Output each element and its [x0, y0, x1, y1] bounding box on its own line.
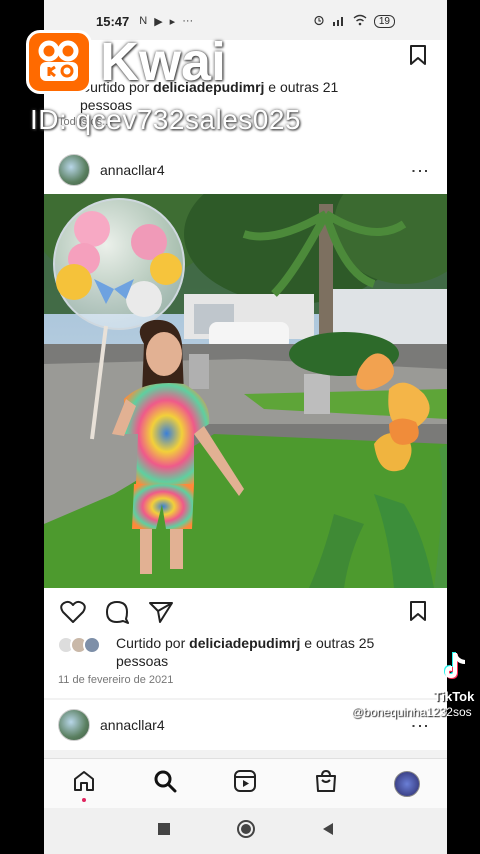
avatar[interactable] — [58, 154, 90, 186]
post-username[interactable]: annacllar4 — [100, 162, 165, 178]
post-actions: Curtido por deliciadepudimrj e outras 25… — [44, 588, 447, 698]
kwai-watermark: Kwai — [26, 30, 226, 94]
kwai-id: ID: qcev732sales025 — [30, 104, 302, 135]
home-button[interactable] — [236, 819, 256, 844]
system-navigation-bar — [44, 808, 447, 854]
next-post-username[interactable]: annacllar4 — [100, 717, 165, 733]
bookmark-icon[interactable] — [407, 600, 429, 627]
post-photo[interactable] — [44, 194, 447, 588]
nav-profile[interactable] — [387, 764, 427, 804]
avatar[interactable] — [58, 709, 90, 741]
send-icon[interactable] — [148, 600, 174, 629]
bottom-navigation — [44, 758, 447, 808]
battery-indicator: 19 — [373, 14, 395, 28]
status-time: 15:47 — [96, 13, 130, 29]
signal-icon — [332, 14, 346, 29]
home-icon — [72, 769, 96, 798]
tiktok-watermark: TikTok — [428, 650, 480, 704]
avatar — [83, 636, 101, 654]
tiktok-username: @bonequinha1232sos — [338, 705, 472, 719]
liked-user-link[interactable]: deliciadepudimrj — [189, 635, 300, 651]
more-notifications-icon: ··· — [182, 14, 194, 27]
play-icon: ▸ — [169, 15, 176, 28]
tiktok-username-text: @bonequinha1232sos — [351, 705, 472, 719]
notification-n-icon: N — [139, 14, 148, 27]
recents-button[interactable] — [157, 822, 171, 841]
heart-icon[interactable] — [60, 600, 86, 629]
nav-shop[interactable] — [306, 764, 346, 804]
post-likes: Curtido por deliciadepudimrj e outras 25… — [116, 634, 416, 670]
liked-prefix: Curtido por — [116, 635, 190, 651]
kwai-logo-icon — [26, 30, 92, 94]
kwai-label: Kwai — [100, 32, 227, 92]
search-icon — [153, 769, 177, 798]
tiktok-label: TikTok — [433, 689, 475, 704]
more-options-icon[interactable]: ⋮ — [409, 162, 431, 178]
youtube-icon: ▶ — [154, 15, 163, 28]
action-icons — [60, 600, 174, 629]
post-date: 11 de fevereiro de 2021 — [58, 674, 174, 686]
bookmark-icon[interactable] — [407, 44, 429, 71]
wifi-icon — [353, 14, 367, 29]
profile-icon — [393, 770, 420, 797]
more-options-icon[interactable]: ⋮ — [409, 717, 431, 733]
nav-reels[interactable] — [225, 764, 265, 804]
status-left-icons: N ▶ ▸ ··· — [139, 15, 193, 28]
liked-by-avatars — [57, 636, 101, 654]
comment-icon[interactable] — [104, 600, 130, 629]
tiktok-logo-icon — [439, 652, 469, 686]
nav-search[interactable] — [145, 764, 185, 804]
back-button[interactable] — [321, 822, 335, 841]
reels-icon — [233, 769, 257, 798]
nav-home[interactable] — [64, 764, 104, 804]
shop-icon — [314, 769, 338, 798]
notification-dot — [82, 797, 87, 802]
alarm-icon — [313, 14, 325, 29]
status-right-icons: 19 — [313, 14, 395, 29]
post-header: annacllar4 ⋮ — [44, 146, 447, 194]
user-icon — [338, 705, 351, 719]
